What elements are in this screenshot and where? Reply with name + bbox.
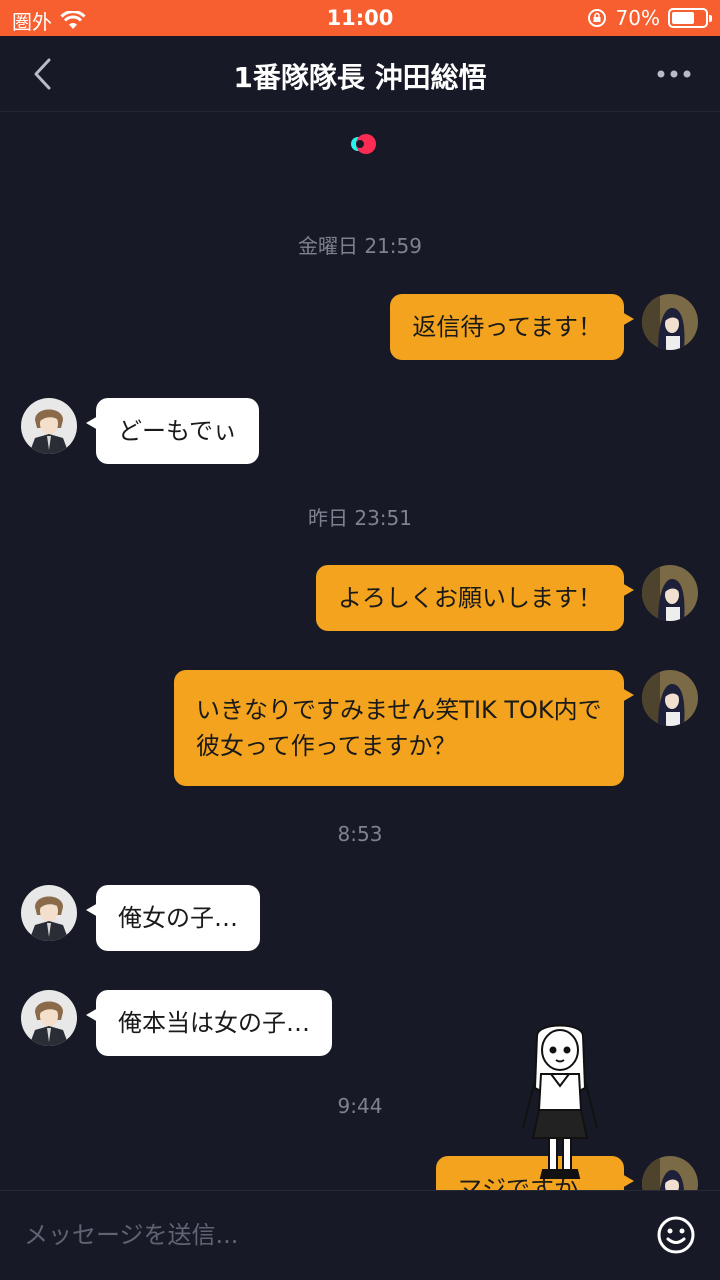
message-input-bar [0,1190,720,1280]
emoji-icon[interactable] [656,1215,696,1255]
avatar-self-image [642,1156,698,1190]
message-input[interactable] [24,1215,624,1255]
girl-sticker-image [522,1024,598,1179]
avatar-self [642,1156,698,1190]
chat-clip: マジですか… [0,0,720,1190]
